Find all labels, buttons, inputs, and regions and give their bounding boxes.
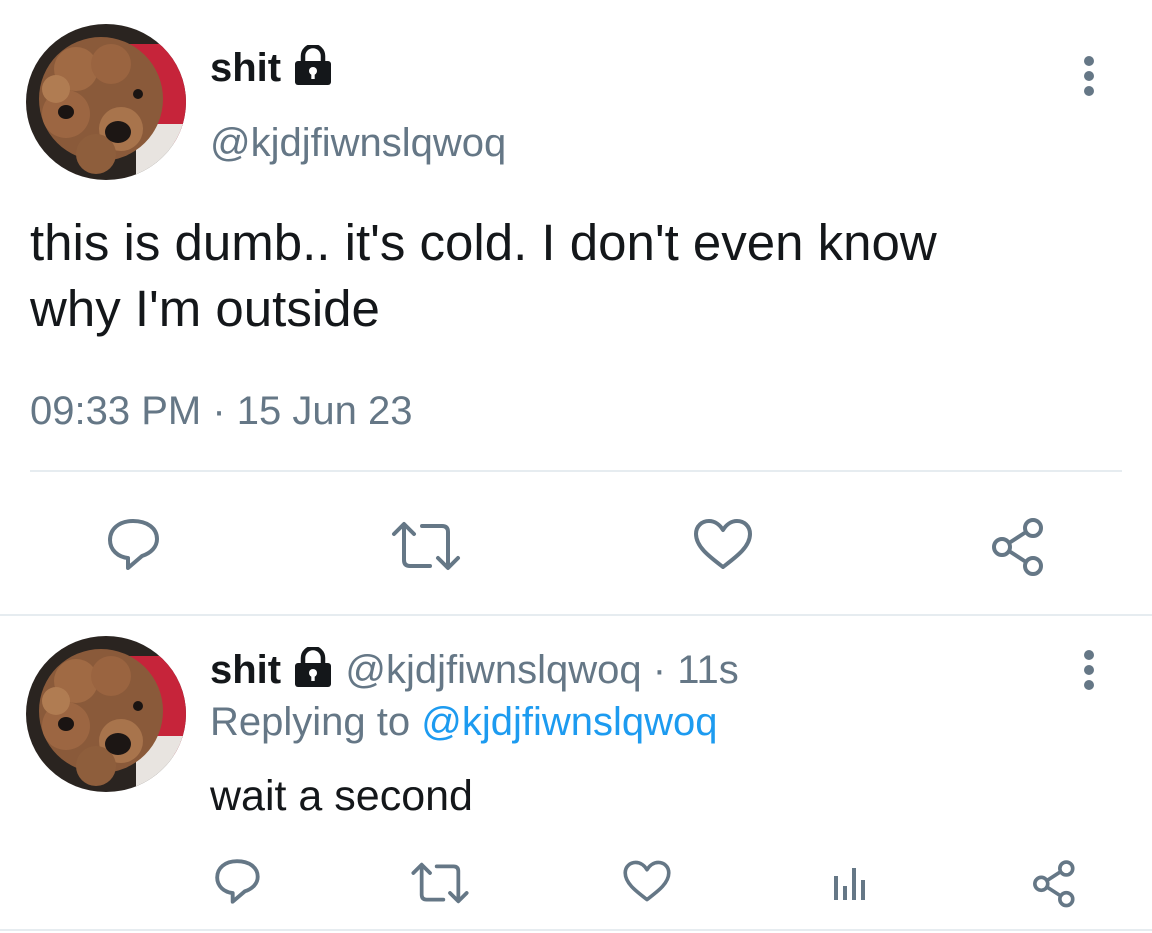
- avatar[interactable]: [26, 636, 186, 792]
- handle-time[interactable]: @kjdjfiwnslqwoq · 11s: [345, 648, 738, 692]
- more-options-icon[interactable]: [1082, 650, 1096, 690]
- analytics-button[interactable]: [830, 862, 870, 902]
- timestamp[interactable]: 09:33 PM · 15 Jun 23: [30, 388, 412, 434]
- retweet-button[interactable]: [410, 861, 470, 905]
- like-icon: [694, 519, 752, 569]
- share-button[interactable]: [988, 515, 1050, 577]
- replying-prefix: Replying to: [210, 700, 411, 744]
- display-name-text[interactable]: shit: [210, 46, 281, 90]
- share-button[interactable]: [1030, 858, 1080, 908]
- retweet-icon: [392, 522, 460, 570]
- lock-icon: [292, 43, 334, 96]
- reply-button[interactable]: [212, 856, 262, 906]
- lock-icon: [292, 645, 334, 698]
- reply-icon: [215, 859, 260, 904]
- retweet-icon: [411, 862, 469, 904]
- divider: [0, 614, 1152, 616]
- reply-header: shit @kjdjfiwnslqwoq · 11s: [210, 645, 739, 698]
- tweet-text: this is dumb.. it's cold. I don't even k…: [30, 210, 937, 342]
- like-button[interactable]: [692, 517, 754, 571]
- share-icon: [992, 518, 1043, 576]
- divider: [30, 470, 1122, 472]
- like-icon: [623, 860, 671, 902]
- avatar[interactable]: [26, 24, 186, 180]
- display-name[interactable]: shit: [210, 648, 281, 692]
- reply-icon: [108, 519, 159, 570]
- like-button[interactable]: [622, 859, 672, 903]
- more-options-icon[interactable]: [1082, 56, 1096, 96]
- divider: [0, 929, 1152, 931]
- tweet-text-line: why I'm outside: [30, 280, 380, 337]
- reply-button[interactable]: [104, 515, 162, 573]
- analytics-icon: [834, 868, 865, 900]
- handle[interactable]: @kjdjfiwnslqwoq: [210, 119, 506, 167]
- display-name[interactable]: shit: [210, 43, 334, 96]
- retweet-button[interactable]: [390, 520, 462, 572]
- reply-text: wait a second: [210, 772, 473, 820]
- tweet-text-line: this is dumb.. it's cold. I don't even k…: [30, 214, 937, 271]
- replying-to: Replying to @kjdjfiwnslqwoq: [210, 698, 718, 746]
- share-icon: [1033, 860, 1075, 908]
- replying-handle-link[interactable]: @kjdjfiwnslqwoq: [421, 700, 717, 744]
